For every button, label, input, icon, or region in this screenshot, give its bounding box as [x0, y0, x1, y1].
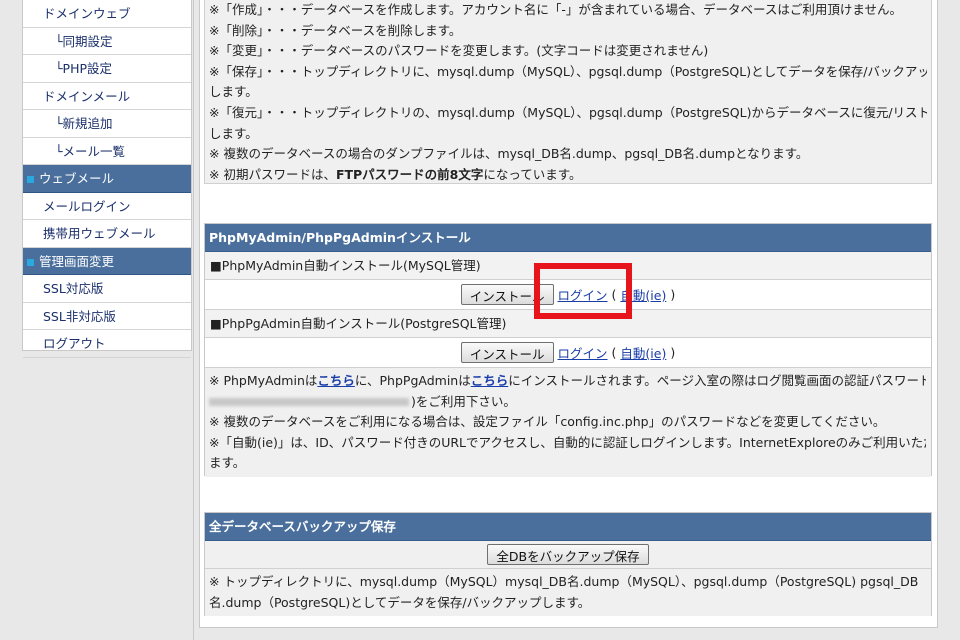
note-text: に、PhpPgAdminは: [354, 373, 471, 388]
sidebar-section-label: ウェブメール: [39, 171, 115, 186]
mysql-login-link[interactable]: ログイン: [558, 285, 608, 304]
bullet-icon: [27, 258, 34, 266]
note-line: ※「自動(ie)」は、ID、パスワード付きのURLでアクセスし、自動的に認証しロ…: [209, 434, 926, 450]
note-line: ※ 初期パスワードは、FTPパスワードの前8文字になっています。: [209, 165, 927, 186]
pgsql-actions: インストール ログイン (自動(ie)): [205, 338, 931, 368]
note-line: ※ トップディレクトリに、mysql.dump（MySQL）mysql_DB名.…: [209, 574, 919, 589]
pgsql-install-button[interactable]: インストール: [460, 342, 554, 363]
note-text: ※ PhpMyAdminは: [209, 373, 318, 388]
note-line: します。: [209, 125, 258, 141]
sidebar-section-label: 管理画面変更: [39, 253, 115, 269]
note-bold-text: FTPパスワードの前8文字: [335, 166, 484, 182]
paren-open: (: [611, 287, 617, 302]
panel-title: PhpMyAdmin/PhpPgAdminインストール: [205, 224, 931, 252]
mysql-install-button[interactable]: インストール: [460, 284, 554, 305]
paren-open: (: [611, 345, 617, 360]
phppgadmin-location-link[interactable]: こちら: [471, 373, 509, 388]
sidebar-item-mail-login[interactable]: メールログイン: [23, 193, 191, 220]
note-line: ます。: [209, 455, 246, 471]
note-line: ※「作成」・・・データベースを作成します。アカウント名に「-」が含まれている場合…: [209, 2, 902, 17]
note-line: ※「復元」・・・トップディレクトリの、mysql.dump（MySQL）、pgs…: [209, 104, 927, 120]
main-content: ※「作成」・・・データベースを作成します。アカウント名に「-」が含まれている場合…: [199, 0, 938, 628]
database-notes: ※「作成」・・・データベースを作成します。アカウント名に「-」が含まれている場合…: [204, 0, 932, 184]
sidebar-section-admin-switch: 管理画面変更: [23, 247, 191, 275]
paren-close: ): [670, 345, 676, 360]
sidebar-item-domain-mail[interactable]: ドメインメール: [23, 83, 191, 110]
sidebar-item-ssl[interactable]: SSL対応版: [23, 275, 191, 303]
sidebar-item-sync-settings[interactable]: └同期設定: [23, 28, 191, 55]
note-text: ※ 初期パスワードは、: [209, 166, 336, 182]
sidebar-item-logout[interactable]: ログアウト: [23, 330, 191, 358]
backup-notes: ※ トップディレクトリに、mysql.dump（MySQL）mysql_DB名.…: [205, 569, 931, 617]
sidebar-item-php-settings[interactable]: └PHP設定: [23, 55, 191, 83]
sidebar-item-new-mail[interactable]: └新規追加: [23, 110, 191, 138]
panel-title: 全データベースバックアップ保存: [205, 513, 931, 541]
note-text: になっています。: [483, 166, 582, 182]
column-divider: [193, 0, 194, 640]
phpmyadmin-location-link[interactable]: こちら: [317, 373, 355, 388]
note-line: )をご利用下さい。: [209, 392, 926, 413]
install-notes: ※ PhpMyAdminはこちらに、PhpPgAdminはこちらにインストールさ…: [205, 368, 931, 477]
pgsql-auto-login-link[interactable]: 自動(ie): [620, 343, 666, 362]
sidebar-nav: ドメインウェブ └同期設定 └PHP設定 ドメインメール └新規追加 └メール一…: [22, 0, 192, 358]
sidebar-item-domain-web[interactable]: ドメインウェブ: [23, 0, 191, 28]
sidebar-item-mail-list[interactable]: └メール一覧: [23, 138, 191, 165]
pgsql-install-label: ■PhpPgAdmin自動インストール(PostgreSQL管理): [205, 310, 931, 338]
backup-actions: 全DBをバックアップ保存: [205, 541, 931, 569]
pgsql-login-link[interactable]: ログイン: [558, 343, 608, 362]
redacted-password: [209, 398, 409, 407]
bullet-icon: [27, 176, 34, 183]
sidebar-section-webmail: ウェブメール: [23, 165, 191, 193]
note-line: ※ 複数のデータベースをご利用になる場合は、設定ファイル「config.inc.…: [209, 414, 886, 430]
note-line: ※「削除」・・・データベースを削除します。: [209, 22, 462, 38]
note-line: ※ PhpMyAdminはこちらに、PhpPgAdminはこちらにインストールさ…: [209, 371, 926, 392]
note-line: します。: [209, 84, 258, 100]
note-text: にインストールされます。ページ入室の際はログ閲覧画面の認証パスワード(: [508, 373, 926, 388]
mysql-actions: インストール ログイン (自動(ie)): [205, 280, 931, 310]
note-line: ※ 複数のデータベースの場合のダンプファイルは、mysql_DB名.dump、p…: [209, 146, 809, 162]
note-line: 名.dump（PostgreSQL)としてデータを保存/バックアップします。: [209, 594, 591, 610]
phpadmin-install-panel: PhpMyAdmin/PhpPgAdminインストール ■PhpMyAdmin自…: [204, 223, 932, 477]
mysql-install-label: ■PhpMyAdmin自動インストール(MySQL管理): [205, 252, 931, 280]
backup-all-db-button[interactable]: 全DBをバックアップ保存: [487, 544, 649, 565]
sidebar-item-mobile-webmail[interactable]: 携帯用ウェブメール: [23, 220, 191, 248]
sidebar-item-non-ssl[interactable]: SSL非対応版: [23, 303, 191, 330]
mysql-auto-login-link[interactable]: 自動(ie): [620, 285, 666, 304]
note-text: )をご利用下さい。: [411, 393, 516, 409]
note-line: ※「変更」・・・データベースのパスワードを変更します。(文字コードは変更されませ…: [209, 43, 709, 59]
paren-close: ): [670, 287, 676, 302]
backup-panel: 全データベースバックアップ保存 全DBをバックアップ保存 ※ トップディレクトリ…: [204, 512, 932, 617]
note-line: ※「保存」・・・トップディレクトリに、mysql.dump（MySQL）、pgs…: [209, 63, 927, 79]
